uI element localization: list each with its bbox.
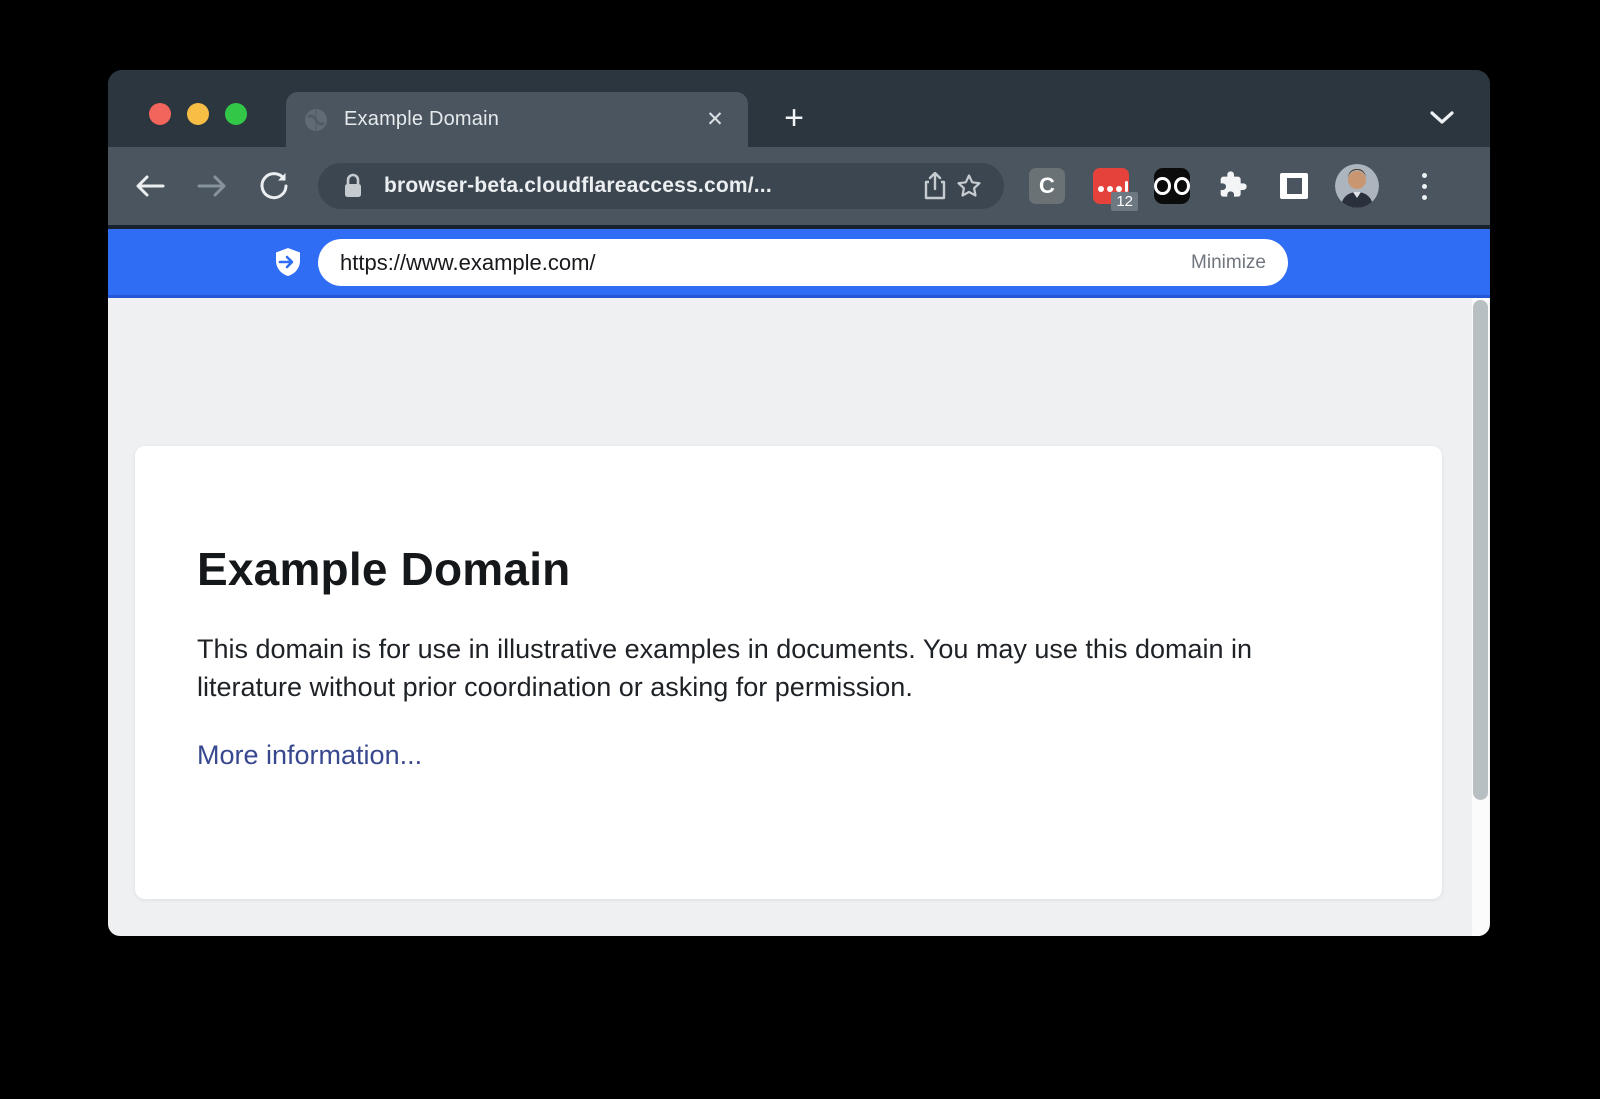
extension-c-icon[interactable]: C xyxy=(1029,168,1065,204)
extension-red-blocker-icon[interactable]: 12 xyxy=(1093,168,1129,204)
tab-strip: Example Domain ✕ + xyxy=(108,70,1490,147)
back-button[interactable] xyxy=(128,164,172,208)
extension-two-circles-icon[interactable] xyxy=(1154,168,1190,204)
remote-url-text: https://www.example.com/ xyxy=(340,250,1191,276)
browser-toolbar: browser-beta.cloudflareaccess.com/... C … xyxy=(108,147,1490,225)
shield-arrow-icon xyxy=(273,247,303,277)
more-information-link[interactable]: More information... xyxy=(197,740,422,771)
side-panel-glyph xyxy=(1280,173,1308,199)
red-extension-dots-glyph xyxy=(1098,181,1128,192)
new-tab-button[interactable]: + xyxy=(772,96,816,140)
scrollbar-track[interactable] xyxy=(1472,298,1489,936)
page-viewport: Example Domain This domain is for use in… xyxy=(108,298,1490,936)
tab-title: Example Domain xyxy=(344,108,700,131)
side-panel-icon[interactable] xyxy=(1276,168,1312,204)
macos-minimize-button[interactable] xyxy=(187,103,209,125)
browser-window: Example Domain ✕ + xyxy=(108,70,1490,936)
address-url-text: browser-beta.cloudflareaccess.com/... xyxy=(384,174,918,198)
scrollbar-thumb[interactable] xyxy=(1473,300,1488,800)
reload-button[interactable] xyxy=(252,164,296,208)
remote-browser-bar: https://www.example.com/ Minimize xyxy=(108,225,1490,298)
page-title: Example Domain xyxy=(197,542,1380,596)
example-domain-card: Example Domain This domain is for use in… xyxy=(135,446,1442,899)
macos-zoom-button[interactable] xyxy=(225,103,247,125)
chrome-menu-icon[interactable] xyxy=(1404,164,1444,208)
forward-button[interactable] xyxy=(190,164,234,208)
address-bar[interactable]: browser-beta.cloudflareaccess.com/... xyxy=(318,163,1004,209)
profile-avatar[interactable] xyxy=(1335,164,1379,208)
remote-url-input[interactable]: https://www.example.com/ Minimize xyxy=(318,239,1288,286)
tab-close-icon[interactable]: ✕ xyxy=(700,105,730,135)
screenshot-stage: Example Domain ✕ + xyxy=(0,0,1600,1099)
extensions-puzzle-icon[interactable] xyxy=(1216,168,1252,204)
minimize-bar-button[interactable]: Minimize xyxy=(1191,252,1266,274)
page-body-text: This domain is for use in illustrative e… xyxy=(197,630,1347,706)
macos-close-button[interactable] xyxy=(149,103,171,125)
bookmark-star-icon[interactable] xyxy=(952,169,986,203)
active-tab[interactable]: Example Domain ✕ xyxy=(286,92,748,147)
tab-search-chevron-icon[interactable] xyxy=(1420,96,1464,140)
lock-icon xyxy=(336,169,370,203)
extension-badge-count: 12 xyxy=(1111,192,1138,211)
globe-favicon-icon xyxy=(304,108,328,132)
share-icon[interactable] xyxy=(918,169,952,203)
